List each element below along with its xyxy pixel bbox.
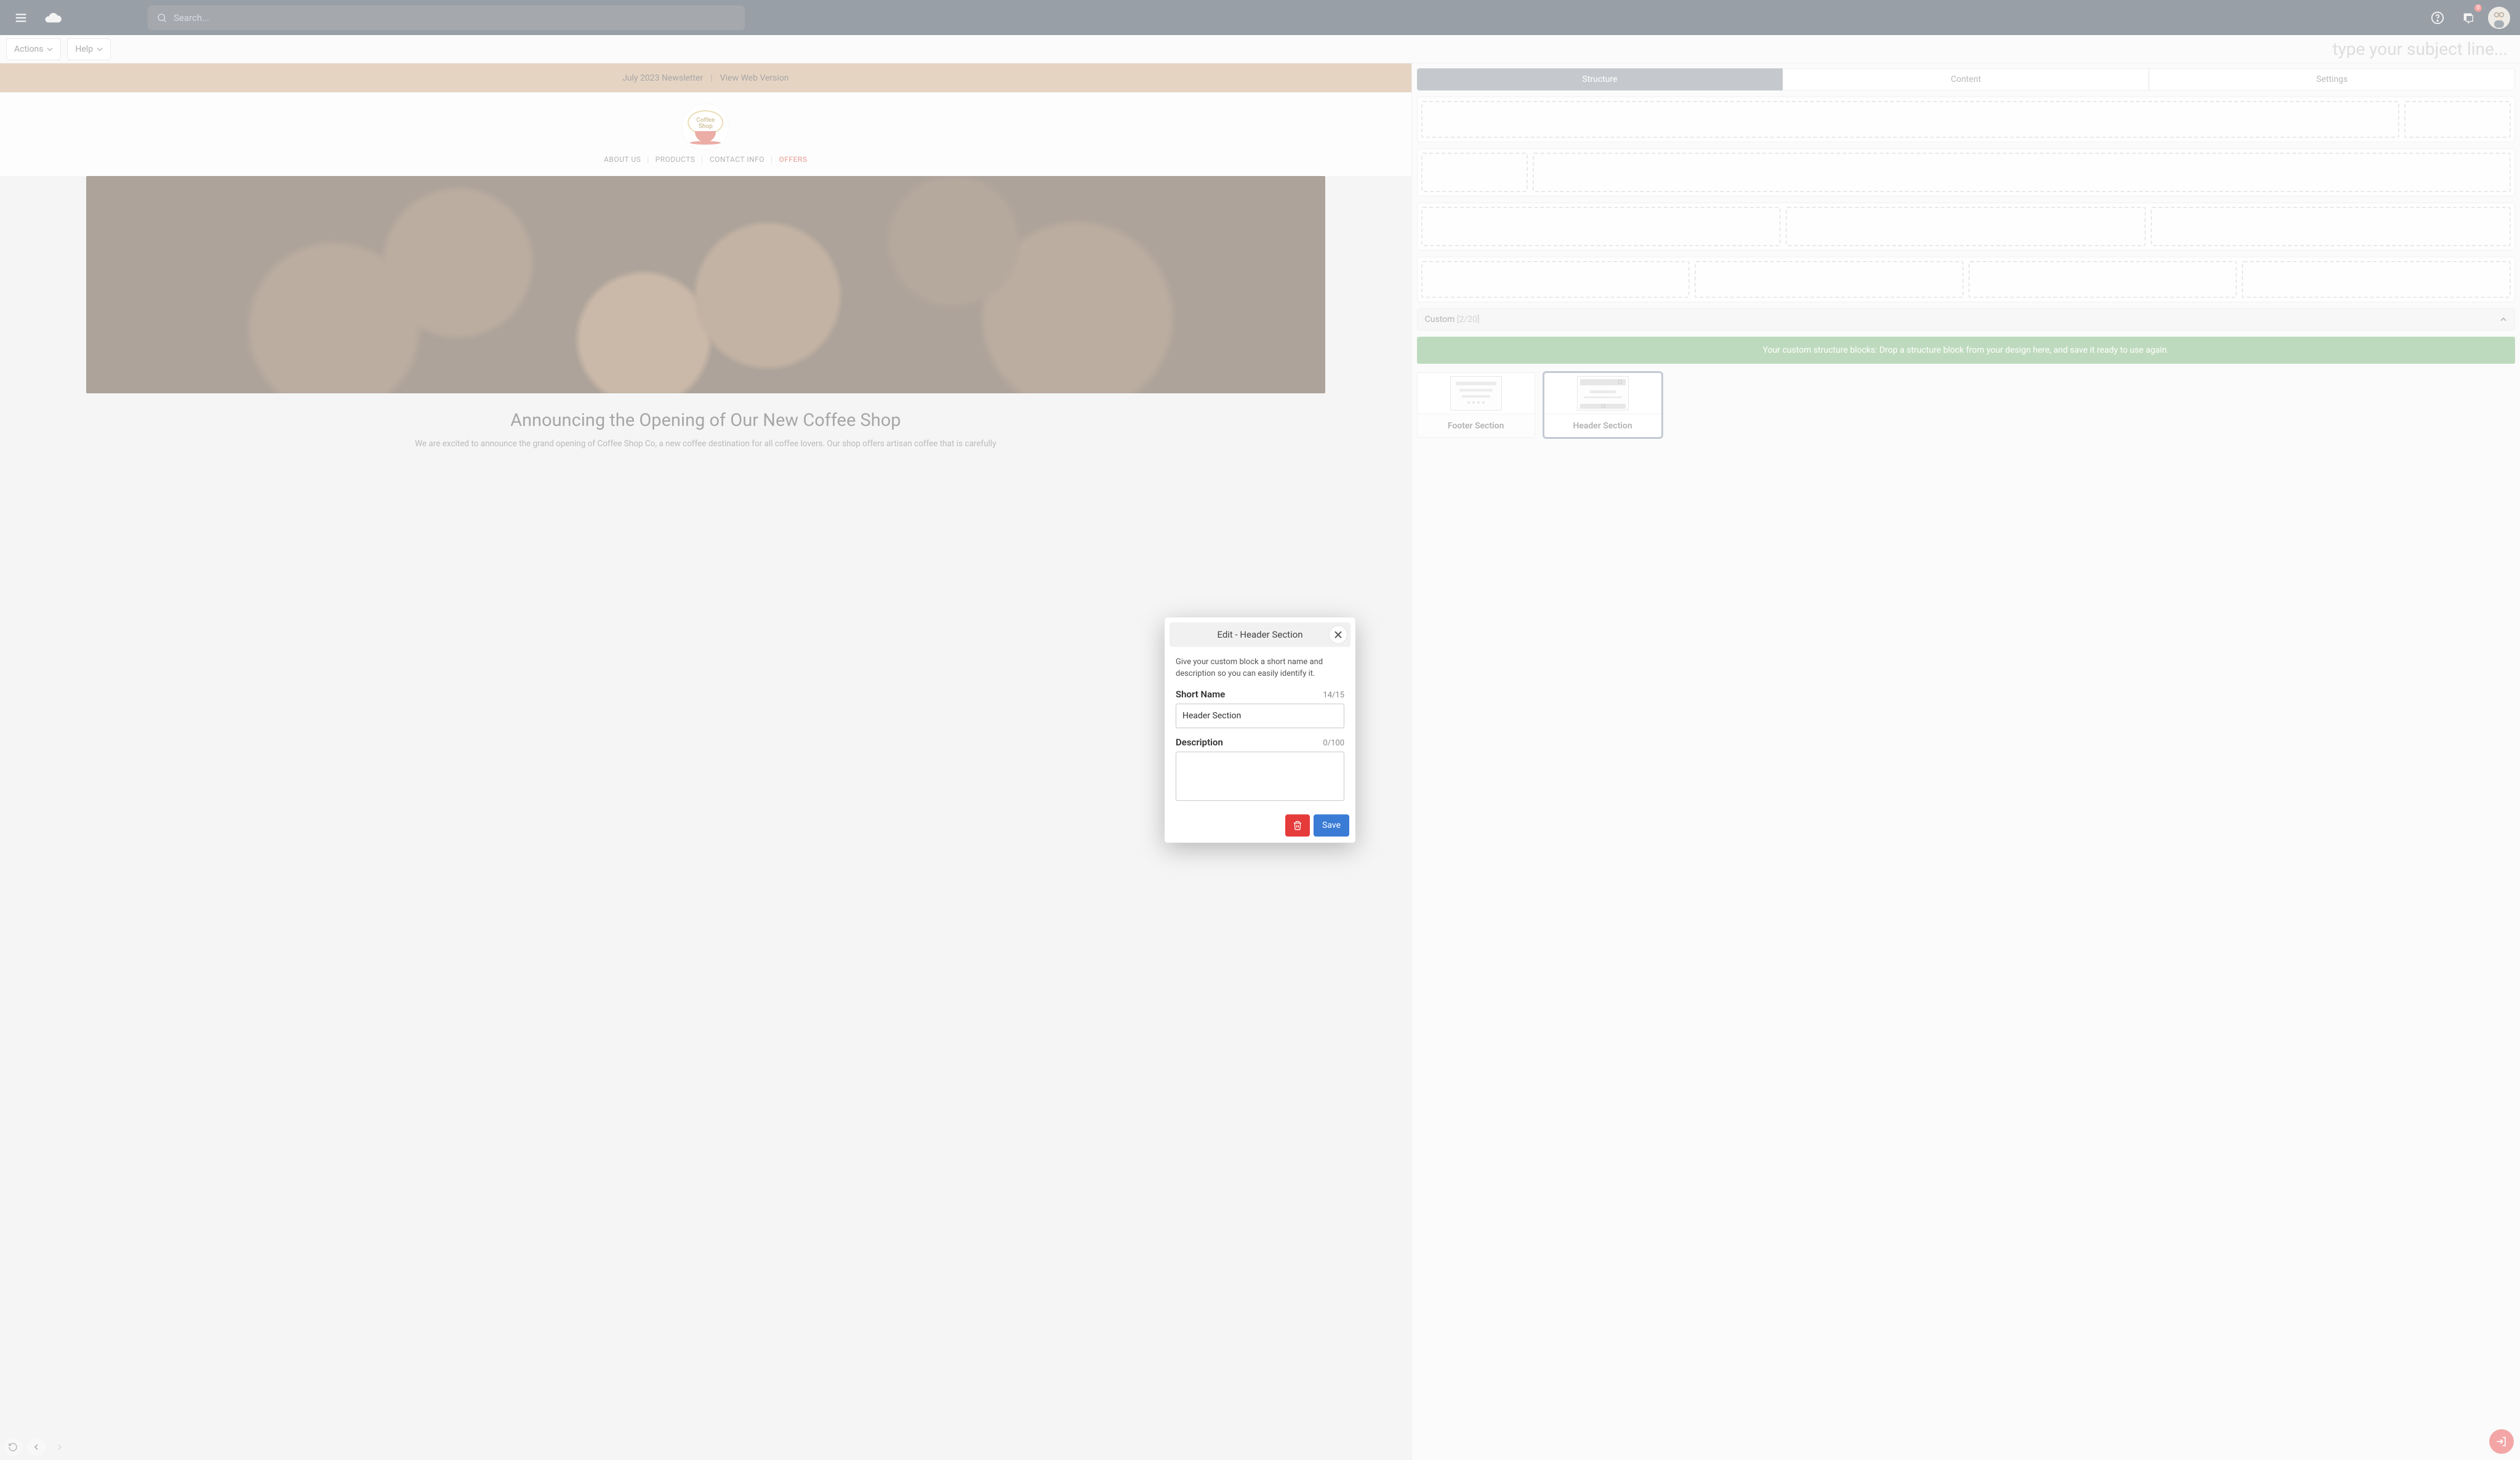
search-icon	[156, 12, 167, 23]
nav-row: ABOUT US | PRODUCTS | CONTACT INFO | OFF…	[0, 155, 1411, 171]
avatar[interactable]	[2488, 7, 2510, 29]
modal-title: Edit - Header Section	[1217, 629, 1302, 640]
chevron-down-icon	[97, 46, 103, 52]
custom-block-footer[interactable]: Footer Section	[1417, 372, 1535, 438]
custom-block-footer-label: Footer Section	[1418, 414, 1535, 437]
structure-cell[interactable]	[1786, 207, 2146, 246]
hero-image	[86, 176, 1325, 393]
edit-block-modal: Edit - Header Section Give your custom b…	[1165, 617, 1355, 843]
cloud-icon[interactable]	[42, 7, 64, 29]
structure-row-3	[1417, 203, 2515, 251]
custom-count: [2/20]	[1457, 315, 1480, 324]
nav-about[interactable]: ABOUT US	[604, 155, 641, 164]
messages-icon[interactable]: 0	[2457, 7, 2479, 29]
structure-cell[interactable]	[2151, 207, 2511, 246]
logo-icon: CoffeeShop	[682, 103, 729, 150]
custom-label: Custom	[1425, 315, 1455, 324]
tab-structure[interactable]: Structure	[1417, 68, 1783, 90]
tab-settings[interactable]: Settings	[2149, 68, 2515, 90]
custom-hint: Your custom structure blocks: Drop a str…	[1417, 337, 2515, 364]
custom-block-header-label: Header Section	[1544, 414, 1661, 437]
custom-section-toggle[interactable]: Custom [2/20]	[1417, 308, 2515, 331]
exit-fab[interactable]	[2489, 1429, 2514, 1454]
subject-line-placeholder[interactable]: type your subject line...	[2332, 39, 2514, 59]
short-name-count: 14/15	[1323, 691, 1344, 700]
history-controls	[4, 1438, 69, 1456]
chevron-down-icon	[47, 46, 53, 52]
undo-icon[interactable]	[27, 1438, 46, 1456]
save-button[interactable]: Save	[1314, 814, 1349, 836]
trash-icon	[1293, 820, 1302, 830]
description-count: 0/100	[1323, 739, 1344, 748]
help-dropdown[interactable]: Help	[67, 38, 111, 60]
structure-cell[interactable]	[1968, 261, 2237, 298]
help-icon[interactable]	[2426, 7, 2449, 29]
structure-cell[interactable]	[1695, 261, 1964, 298]
structure-row-4	[1417, 257, 2515, 302]
nav-products[interactable]: PRODUCTS	[656, 155, 696, 164]
help-label: Help	[75, 44, 93, 54]
modal-header: Edit - Header Section	[1170, 622, 1350, 647]
actions-label: Actions	[14, 44, 43, 54]
structure-cell[interactable]	[1421, 101, 2399, 138]
structure-row-1	[1417, 97, 2515, 142]
topbar: 0	[0, 0, 2520, 35]
body-text: We are excited to announce the grand ope…	[0, 438, 1411, 450]
modal-description: Give your custom block a short name and …	[1176, 657, 1344, 680]
structure-cell[interactable]	[1421, 261, 1690, 298]
close-icon[interactable]	[1330, 626, 1347, 643]
nav-offers[interactable]: OFFERS	[779, 155, 807, 164]
separator: |	[710, 73, 712, 83]
nav-contact[interactable]: CONTACT INFO	[710, 155, 764, 164]
tabs: Structure Content Settings	[1417, 68, 2515, 90]
restore-icon[interactable]	[4, 1438, 22, 1456]
description-label: Description	[1176, 737, 1223, 748]
toolbar: Actions Help type your subject line...	[0, 35, 2520, 63]
newsletter-bar: July 2023 Newsletter | View Web Version	[0, 63, 1411, 92]
short-name-label: Short Name	[1176, 689, 1225, 700]
redo-icon	[50, 1438, 69, 1456]
chevron-up-icon	[2500, 316, 2507, 323]
short-name-input[interactable]	[1176, 704, 1344, 728]
menu-icon[interactable]	[10, 7, 32, 29]
headline: Announcing the Opening of Our New Coffee…	[0, 393, 1411, 438]
side-pane: Structure Content Settings	[1411, 63, 2520, 1460]
logo-area: CoffeeShop ABOUT US | PRODUCTS | CONTACT…	[0, 92, 1411, 176]
custom-blocks: Footer Section Header Section	[1417, 372, 2515, 438]
search-input[interactable]	[174, 12, 736, 23]
structure-cell[interactable]	[2404, 101, 2511, 138]
delete-button[interactable]	[1285, 814, 1310, 836]
custom-block-header[interactable]: Header Section	[1544, 372, 1662, 438]
structure-cell[interactable]	[2242, 261, 2511, 298]
messages-badge: 0	[2474, 4, 2482, 12]
search-box	[148, 6, 745, 30]
tab-content[interactable]: Content	[1783, 68, 2149, 90]
structure-row-2	[1417, 148, 2515, 196]
newsletter-label: July 2023 Newsletter	[622, 73, 703, 83]
structure-cell[interactable]	[1421, 153, 1528, 192]
structure-cell[interactable]	[1533, 153, 2511, 192]
actions-dropdown[interactable]: Actions	[6, 38, 61, 60]
view-web-link[interactable]: View Web Version	[720, 73, 789, 83]
structure-cell[interactable]	[1421, 207, 1781, 246]
description-input[interactable]	[1176, 752, 1344, 801]
